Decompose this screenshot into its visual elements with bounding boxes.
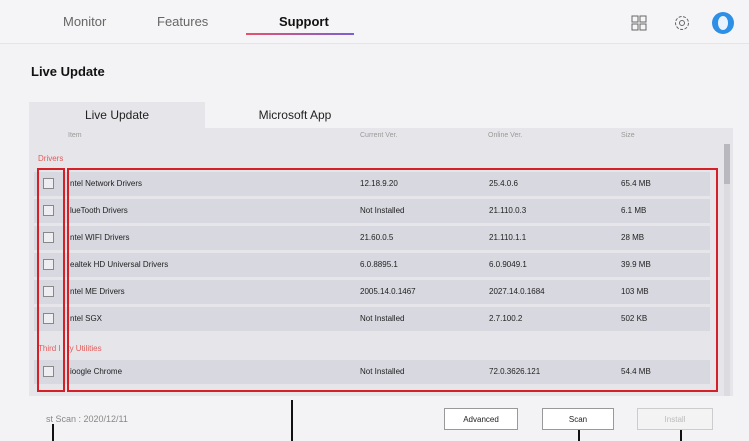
online-version: 6.0.9049.1: [489, 260, 527, 269]
last-scan-label: st Scan : 2020/12/11: [46, 414, 128, 424]
row-checkbox[interactable]: [43, 286, 54, 297]
size: 103 MB: [621, 287, 649, 296]
size: 65.4 MB: [621, 179, 651, 188]
current-version: Not Installed: [360, 367, 405, 376]
current-version: 12.18.9.20: [360, 179, 398, 188]
row-checkbox[interactable]: [43, 313, 54, 324]
section-label-third-party: Third I ty Utilities: [38, 344, 102, 353]
online-version: 21.110.0.3: [489, 206, 527, 215]
online-version: 21.110.1.1: [489, 233, 527, 242]
section-label-drivers: Drivers: [38, 154, 64, 163]
table-row[interactable]: ioogle Chrome Not Installed 72.0.3626.12…: [34, 360, 710, 384]
table-row[interactable]: ntel Network Drivers 12.18.9.20 25.4.0.6…: [34, 172, 710, 196]
item-name: lueTooth Drivers: [70, 206, 128, 215]
active-tab-underline: [246, 33, 354, 35]
scan-button[interactable]: Scan: [542, 408, 614, 430]
page-title: Live Update: [31, 64, 105, 79]
current-version: Not Installed: [360, 206, 405, 215]
item-name: ealtek HD Universal Drivers: [70, 260, 169, 269]
row-checkbox[interactable]: [43, 259, 54, 270]
nav-tab-monitor[interactable]: Monitor: [63, 14, 106, 29]
item-name: ntel SGX: [70, 314, 103, 323]
table-row[interactable]: ntel WIFI Drivers 21.60.0.5 21.110.1.1 2…: [34, 226, 710, 250]
current-version: 6.0.8895.1: [360, 260, 398, 269]
size: 28 MB: [621, 233, 645, 242]
top-nav: Monitor Features Support: [0, 0, 749, 44]
column-header-online: Online Ver.: [488, 132, 523, 139]
tab-microsoft-app[interactable]: Microsoft App: [205, 102, 385, 128]
online-version: 2.7.100.2: [489, 314, 523, 323]
item-name: ioogle Chrome: [70, 367, 123, 376]
grid-icon[interactable]: [628, 12, 650, 34]
size: 6.1 MB: [621, 206, 647, 215]
gear-icon[interactable]: [671, 12, 693, 34]
tab-live-update[interactable]: Live Update: [29, 102, 205, 128]
table-row[interactable]: ealtek HD Universal Drivers 6.0.8895.1 6…: [34, 253, 710, 277]
table-row[interactable]: ntel SGX Not Installed 2.7.100.2 502 KB: [34, 307, 710, 331]
install-button[interactable]: Install: [637, 408, 713, 430]
current-version: Not Installed: [360, 314, 405, 323]
item-name: ntel ME Drivers: [70, 287, 125, 296]
avatar[interactable]: [712, 12, 734, 34]
scrollbar[interactable]: [724, 144, 730, 396]
table-row[interactable]: ntel ME Drivers 2005.14.0.1467 2027.14.0…: [34, 280, 710, 304]
size: 54.4 MB: [621, 367, 651, 376]
online-version: 72.0.3626.121: [489, 367, 541, 376]
current-version: 2005.14.0.1467: [360, 287, 416, 296]
scrollbar-thumb[interactable]: [724, 144, 730, 184]
row-checkbox[interactable]: [43, 366, 54, 377]
table-row[interactable]: lueTooth Drivers Not Installed 21.110.0.…: [34, 199, 710, 223]
item-name: ntel WIFI Drivers: [70, 233, 130, 242]
nav-tab-support[interactable]: Support: [279, 14, 329, 29]
callout-line: [291, 400, 293, 441]
column-header-size: Size: [621, 132, 635, 139]
size: 502 KB: [621, 314, 648, 323]
column-header-current: Current Ver.: [360, 132, 398, 139]
online-version: 25.4.0.6: [489, 179, 518, 188]
size: 39.9 MB: [621, 260, 651, 269]
item-name: ntel Network Drivers: [70, 179, 143, 188]
callout-line: [52, 424, 54, 441]
row-checkbox[interactable]: [43, 178, 54, 189]
advanced-button[interactable]: Advanced: [444, 408, 518, 430]
row-checkbox[interactable]: [43, 205, 54, 216]
nav-tab-features[interactable]: Features: [157, 14, 208, 29]
online-version: 2027.14.0.1684: [489, 287, 545, 296]
current-version: 21.60.0.5: [360, 233, 394, 242]
row-checkbox[interactable]: [43, 232, 54, 243]
column-header-item: Item: [68, 132, 82, 139]
